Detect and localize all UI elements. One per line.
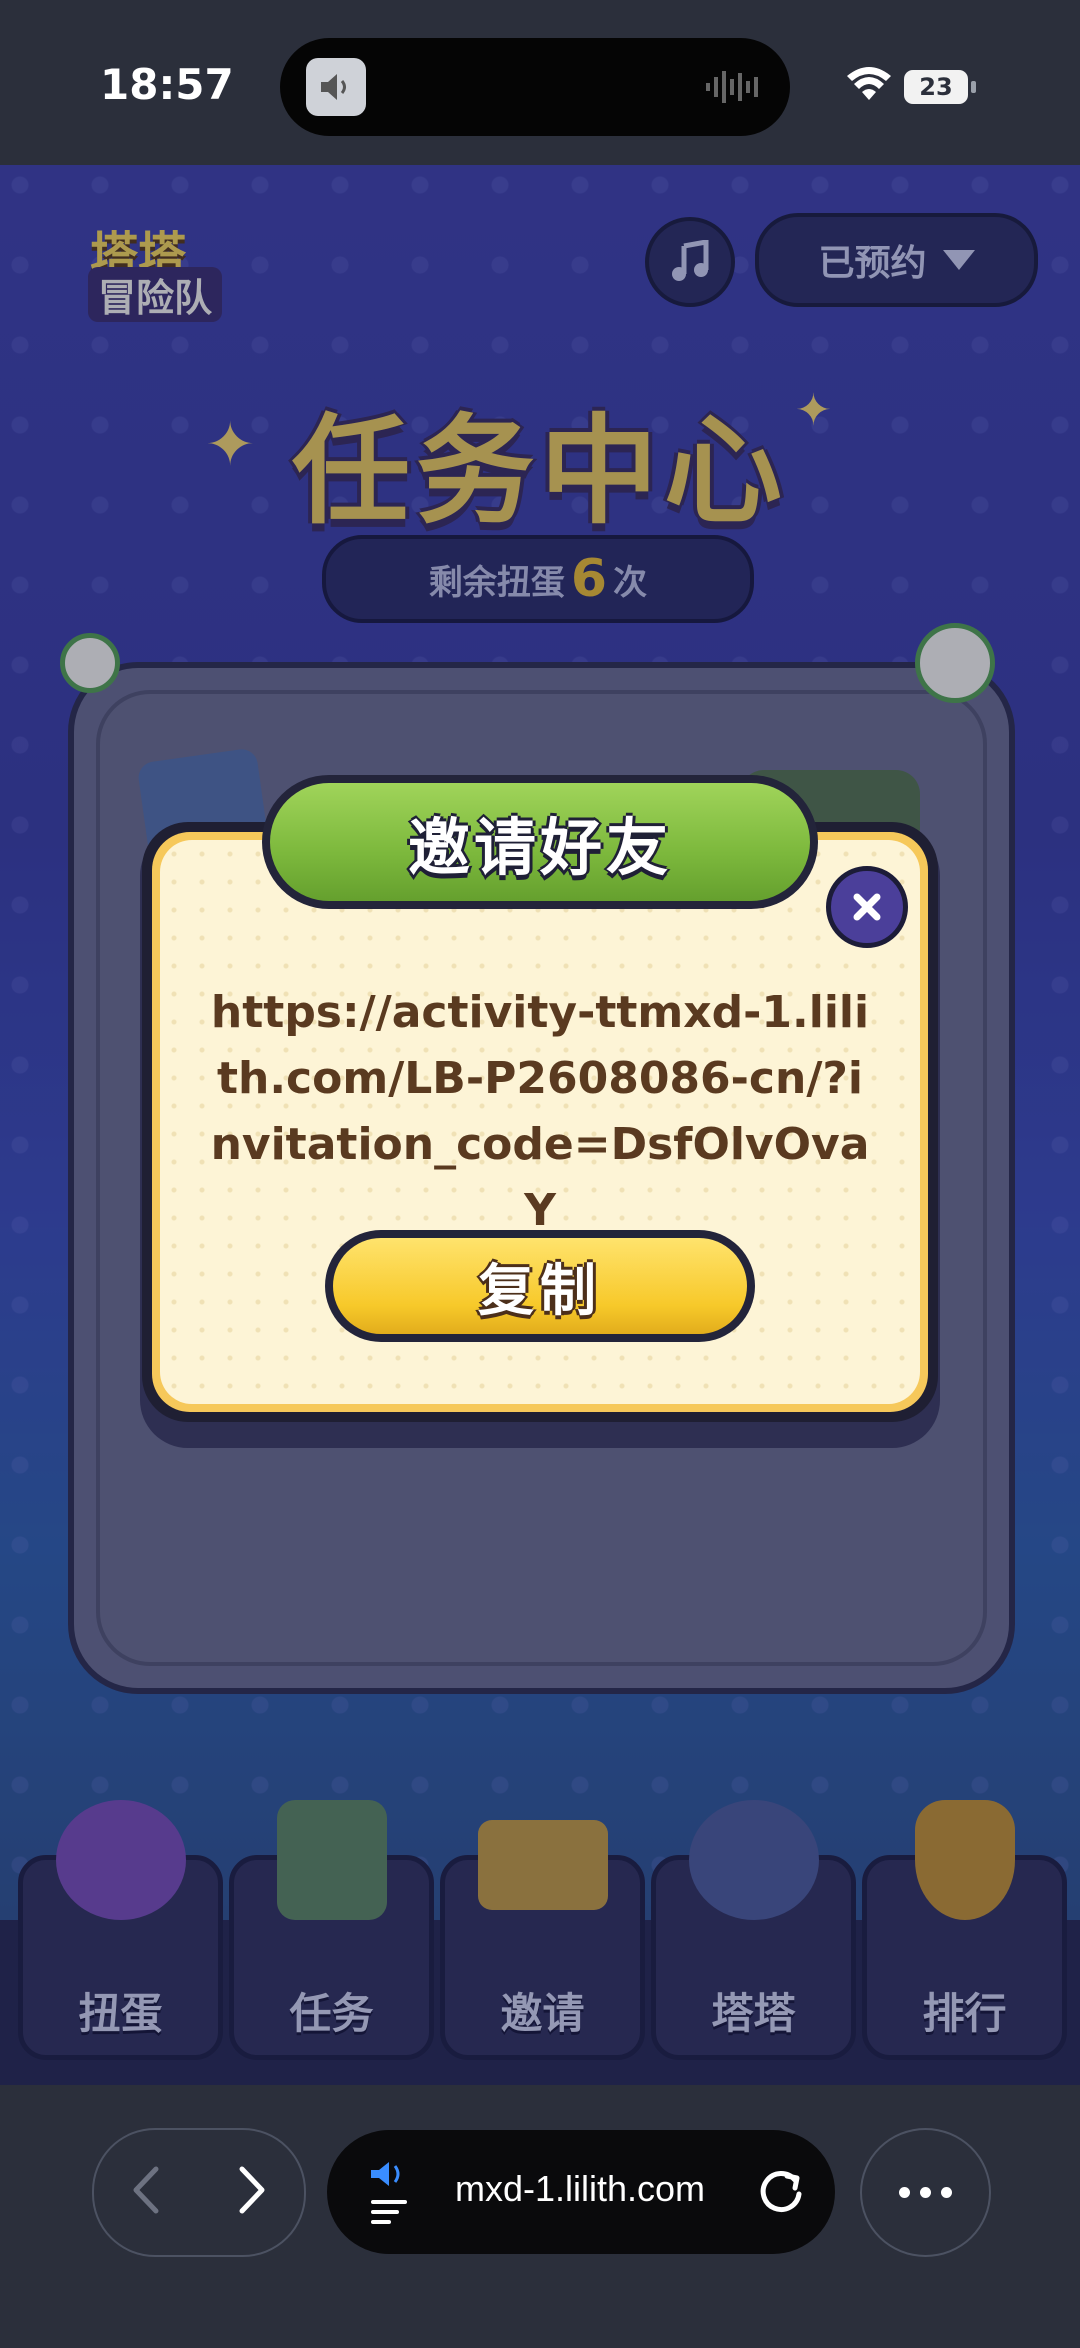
modal-header: 邀请好友 bbox=[262, 775, 818, 909]
status-bar: 18:57 23 bbox=[0, 0, 1080, 165]
back-button[interactable] bbox=[110, 2150, 180, 2230]
more-dot bbox=[920, 2187, 931, 2198]
audio-wave-icon bbox=[706, 71, 758, 103]
modal-header-banner: 邀请好友 bbox=[270, 783, 810, 901]
address-bar[interactable]: mxd-1.lilith.com bbox=[327, 2130, 835, 2254]
url-text: mxd-1.lilith.com bbox=[455, 2168, 706, 2209]
copy-button[interactable]: 复制 bbox=[325, 1230, 755, 1342]
forward-button[interactable] bbox=[218, 2150, 288, 2230]
copy-label: 复制 bbox=[478, 1258, 602, 1324]
invite-link[interactable]: https://activity-ttmxd-1.lilith.com/LB-P… bbox=[210, 980, 870, 1244]
battery-indicator: 23 bbox=[904, 70, 976, 104]
status-time: 18:57 bbox=[100, 60, 234, 109]
more-button[interactable] bbox=[860, 2128, 991, 2257]
copy-button-face: 复制 bbox=[333, 1238, 747, 1334]
wifi-icon bbox=[847, 67, 891, 100]
close-button[interactable] bbox=[826, 866, 908, 948]
close-icon bbox=[853, 893, 881, 921]
chevron-left-icon bbox=[133, 2166, 159, 2214]
more-dot bbox=[899, 2187, 910, 2198]
modal-title: 邀请好友 bbox=[407, 811, 672, 884]
reload-icon[interactable] bbox=[755, 2166, 807, 2218]
dynamic-island bbox=[280, 38, 790, 136]
reader-audio-icon bbox=[371, 2162, 407, 2224]
chevron-right-icon bbox=[239, 2166, 265, 2214]
more-dot bbox=[941, 2187, 952, 2198]
speaker-icon bbox=[306, 58, 366, 116]
